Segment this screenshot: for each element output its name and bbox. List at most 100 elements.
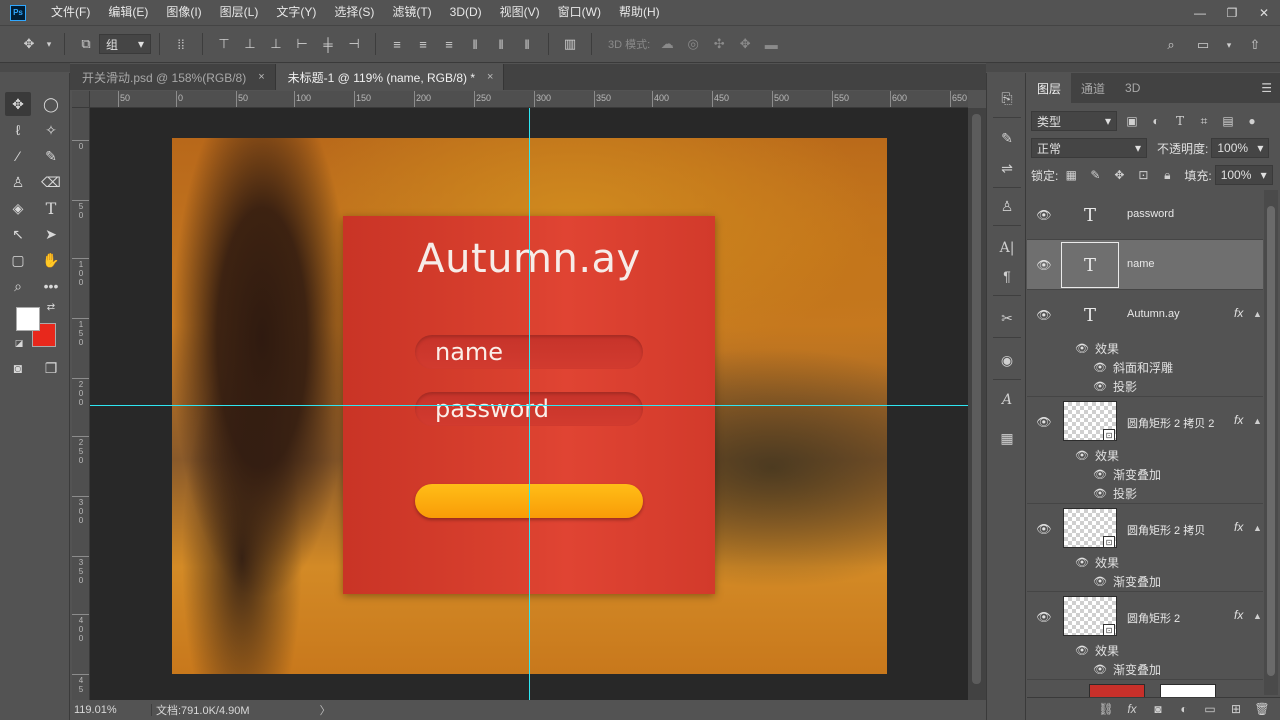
effect-row[interactable]: 👁︎ 渐变叠加 bbox=[1027, 572, 1263, 591]
layers-scrollbar[interactable] bbox=[1264, 190, 1278, 695]
history-icon[interactable]: ⎘ bbox=[995, 87, 1019, 109]
minimize-icon[interactable]: — bbox=[1184, 0, 1216, 25]
menu-select[interactable]: 选择(S) bbox=[325, 0, 383, 25]
hand-tool-icon[interactable]: ✋ bbox=[38, 248, 64, 272]
menu-type[interactable]: 文字(Y) bbox=[267, 0, 325, 25]
collapse-effects-icon[interactable]: ▲ bbox=[1253, 611, 1262, 621]
effects-header[interactable]: 👁︎ 效果 bbox=[1027, 339, 1263, 358]
foreground-color-swatch[interactable] bbox=[16, 307, 40, 331]
distribute-right-icon[interactable]: ‖ bbox=[516, 33, 538, 55]
delete-layer-icon[interactable]: 🗑︎ bbox=[1254, 702, 1270, 716]
close-icon[interactable]: ✕ bbox=[1248, 0, 1280, 25]
lock-transparent-icon[interactable]: ▦ bbox=[1062, 166, 1080, 184]
menu-edit[interactable]: 编辑(E) bbox=[99, 0, 157, 25]
blend-mode-dropdown[interactable]: 正常 ▾ bbox=[1031, 138, 1147, 158]
eye-icon[interactable]: 👁︎ bbox=[1093, 468, 1107, 481]
fx-icon[interactable]: fx bbox=[1234, 608, 1243, 622]
lock-artboard-icon[interactable]: ⊡ bbox=[1134, 166, 1152, 184]
eraser-tool-icon[interactable]: ⌫ bbox=[38, 170, 64, 194]
layer-autumn-ay[interactable]: 👁︎ T Autumn.ay fx ▲ 👁︎ 效果 👁︎ 斜面和浮雕 👁︎ 投影 bbox=[1027, 290, 1263, 397]
canvas-scrollbar[interactable] bbox=[968, 108, 986, 700]
add-style-icon[interactable]: fx bbox=[1124, 702, 1140, 716]
eye-icon[interactable]: 👁︎ bbox=[1036, 415, 1052, 429]
distribute-vcenter-icon[interactable]: ≡ bbox=[412, 33, 434, 55]
effects-header[interactable]: 👁︎ 效果 bbox=[1027, 641, 1263, 660]
fx-icon[interactable]: fx bbox=[1234, 413, 1243, 427]
rounded-rect-tool-icon[interactable]: ▢ bbox=[5, 248, 31, 272]
transform-controls-icon[interactable]: ⁞⁞ bbox=[170, 33, 192, 55]
tab-3d[interactable]: 3D bbox=[1115, 73, 1150, 103]
eye-icon[interactable]: 👁︎ bbox=[1036, 308, 1052, 322]
layer-filter-dropdown[interactable]: 类型 ▾ bbox=[1031, 111, 1117, 131]
paint-bucket-icon[interactable]: ◈ bbox=[5, 196, 31, 220]
filter-smart-object-icon[interactable]: ▤ bbox=[1219, 112, 1237, 130]
workspace-icon[interactable]: ▭ bbox=[1192, 34, 1214, 56]
eye-icon[interactable]: 👁︎ bbox=[1036, 258, 1052, 272]
tab-channels[interactable]: 通道 bbox=[1071, 73, 1115, 103]
clone-source-icon[interactable]: ♙ bbox=[995, 195, 1019, 217]
menu-filter[interactable]: 滤镜(T) bbox=[383, 0, 440, 25]
zoom-level[interactable]: 119.01% bbox=[70, 704, 152, 716]
close-icon[interactable]: × bbox=[487, 71, 493, 83]
lock-image-icon[interactable]: ✎ bbox=[1086, 166, 1104, 184]
zoom-tool-icon[interactable]: ⌕ bbox=[5, 274, 31, 298]
magic-wand-icon[interactable]: ✧ bbox=[38, 118, 64, 142]
3d-orbit-icon[interactable]: ☁ bbox=[656, 33, 678, 55]
more-tools-icon[interactable]: ••• bbox=[38, 274, 64, 298]
status-menu-arrow[interactable]: 〉 bbox=[320, 702, 331, 718]
layer-name-selected[interactable]: 👁︎ T name bbox=[1027, 240, 1263, 290]
chevron-down-icon[interactable]: ▾ bbox=[1224, 34, 1234, 56]
eye-icon[interactable]: 👁︎ bbox=[1093, 575, 1107, 588]
horizontal-ruler[interactable]: 50 0 50 100 150 200 250 300 350 400 450 500 550 600 65… bbox=[90, 91, 968, 108]
vertical-ruler[interactable]: 0 5 0 1 0 0 1 5 0 2 0 0 2 5 0 3 0 0 3 5 0 4 0 0 4… bbox=[72, 108, 90, 700]
eye-icon[interactable]: 👁︎ bbox=[1075, 449, 1089, 462]
auto-select-dropdown[interactable]: 组 ▾ bbox=[99, 34, 151, 54]
ruler-corner[interactable] bbox=[72, 91, 90, 108]
menu-image[interactable]: 图像(I) bbox=[157, 0, 210, 25]
quick-mask-icon[interactable]: ◙ bbox=[5, 356, 31, 380]
tab-untitled-1[interactable]: 未标题-1 @ 119% (name, RGB/8) * × bbox=[275, 64, 505, 90]
menu-view[interactable]: 视图(V) bbox=[491, 0, 549, 25]
collapse-effects-icon[interactable]: ▲ bbox=[1253, 416, 1262, 426]
3d-slide-icon[interactable]: ✥ bbox=[734, 33, 756, 55]
eye-icon[interactable]: 👁︎ bbox=[1036, 522, 1052, 536]
align-hcenter-icon[interactable]: ╪ bbox=[317, 33, 339, 55]
fx-icon[interactable]: fx bbox=[1234, 520, 1243, 534]
menu-window[interactable]: 窗口(W) bbox=[549, 0, 610, 25]
tool-presets-icon[interactable]: ✂ bbox=[995, 307, 1019, 329]
search-icon[interactable]: ⌕ bbox=[1160, 34, 1182, 56]
move-tool-icon[interactable]: ✥ bbox=[18, 33, 40, 55]
distribute-left-icon[interactable]: ‖ bbox=[464, 33, 486, 55]
auto-select-icon[interactable]: ⧉ bbox=[75, 33, 97, 55]
new-layer-icon[interactable]: ⊞ bbox=[1228, 702, 1244, 716]
properties-icon[interactable]: ▦ bbox=[995, 427, 1019, 449]
effects-header[interactable]: 👁︎ 效果 bbox=[1027, 446, 1263, 465]
tab-switch-slide[interactable]: 开关滑动.psd @ 158%(RGB/8) × bbox=[70, 64, 276, 90]
new-group-icon[interactable]: ▭ bbox=[1202, 702, 1218, 716]
opacity-field[interactable]: 100% ▾ bbox=[1211, 138, 1270, 158]
eye-icon[interactable]: 👁︎ bbox=[1093, 380, 1107, 393]
tools-collapse-strip[interactable] bbox=[0, 63, 70, 72]
lasso-tool-icon[interactable]: ℓ bbox=[5, 118, 31, 142]
layer-rounded-rect-2[interactable]: 👁︎ ⊡ 圆角矩形 2 fx ▲ 👁︎ 效果 👁︎ 渐变叠加 bbox=[1027, 592, 1263, 680]
canvas-area[interactable]: Autumn.ay name password bbox=[90, 108, 968, 700]
panels-collapse-strip[interactable] bbox=[986, 63, 1280, 72]
align-right-icon[interactable]: ⊣ bbox=[343, 33, 365, 55]
lock-position-icon[interactable]: ✥ bbox=[1110, 166, 1128, 184]
brush-tool-icon[interactable]: ✎ bbox=[38, 144, 64, 168]
distribute-top-icon[interactable]: ≡ bbox=[386, 33, 408, 55]
filter-pixel-icon[interactable]: ▣ bbox=[1123, 112, 1141, 130]
add-mask-icon[interactable]: ◙ bbox=[1150, 702, 1166, 716]
effect-row[interactable]: 👁︎ 斜面和浮雕 bbox=[1027, 358, 1263, 377]
filter-adjustment-icon[interactable]: ◐ bbox=[1147, 112, 1165, 130]
effects-header[interactable]: 👁︎ 效果 bbox=[1027, 553, 1263, 572]
brush-settings-icon[interactable]: ✎ bbox=[995, 127, 1019, 149]
fx-icon[interactable]: fx bbox=[1234, 306, 1243, 320]
align-bottom-icon[interactable]: ⊥ bbox=[265, 33, 287, 55]
align-top-icon[interactable]: ⊤ bbox=[213, 33, 235, 55]
close-icon[interactable]: × bbox=[258, 71, 264, 83]
tab-layers[interactable]: 图层 bbox=[1027, 73, 1072, 103]
distribute-hcenter-icon[interactable]: ‖ bbox=[490, 33, 512, 55]
eye-icon[interactable]: 👁︎ bbox=[1036, 610, 1052, 624]
distribute-bottom-icon[interactable]: ≡ bbox=[438, 33, 460, 55]
